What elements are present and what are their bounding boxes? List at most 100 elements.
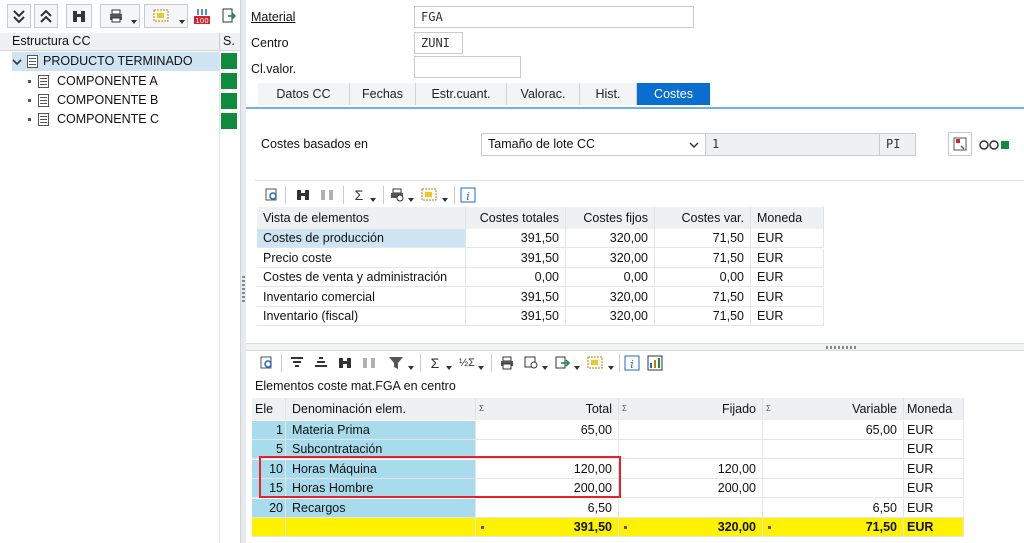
sort-ascending-icon[interactable] bbox=[286, 352, 308, 374]
print-icon[interactable] bbox=[386, 184, 416, 206]
costs-based-select[interactable]: Tamaño de lote CC bbox=[481, 133, 706, 156]
summary-cell[interactable]: 71,50 bbox=[655, 287, 751, 307]
element-cell[interactable]: EUR bbox=[904, 459, 964, 479]
tab-estr-cuant[interactable]: Estr.cuant. bbox=[416, 83, 507, 105]
summary-cell[interactable]: 320,00 bbox=[566, 229, 655, 248]
element-cell[interactable]: 65,00 bbox=[476, 421, 619, 440]
column-header[interactable]: Costes totales bbox=[466, 207, 566, 229]
layout-icon[interactable] bbox=[418, 184, 450, 206]
sum-icon[interactable]: Σ bbox=[348, 184, 378, 206]
tree-item-producto-terminado[interactable]: PRODUCTO TERMINADO bbox=[12, 52, 219, 71]
element-cell[interactable]: EUR bbox=[904, 498, 964, 518]
layout-icon[interactable] bbox=[144, 4, 188, 28]
material-field[interactable]: FGA bbox=[414, 6, 694, 28]
summary-cell[interactable]: 391,50 bbox=[466, 287, 566, 307]
tree-item-componente-c[interactable]: COMPONENTE C bbox=[28, 110, 219, 129]
element-number[interactable]: 1 bbox=[252, 421, 286, 440]
tab-valorac[interactable]: Valorac. bbox=[507, 83, 580, 105]
element-name[interactable]: Materia Prima bbox=[286, 421, 476, 440]
sort-descending-icon[interactable] bbox=[310, 352, 332, 374]
element-cell[interactable] bbox=[763, 459, 904, 479]
binoculars-icon[interactable] bbox=[292, 184, 314, 206]
export-icon[interactable] bbox=[218, 4, 240, 28]
element-cell[interactable]: 65,00 bbox=[763, 421, 904, 440]
tab-fechas[interactable]: Fechas bbox=[350, 83, 416, 105]
tab-costes[interactable]: Costes bbox=[637, 83, 710, 105]
column-header-total[interactable]: Σ Total bbox=[476, 398, 619, 420]
column-header[interactable]: Ele bbox=[252, 398, 286, 420]
element-cell[interactable]: EUR bbox=[904, 421, 964, 440]
column-header[interactable]: Costes var. bbox=[655, 207, 751, 229]
summary-cell[interactable]: 71,50 bbox=[655, 248, 751, 268]
counter-icon[interactable]: 100 bbox=[190, 4, 214, 28]
summary-cell[interactable]: EUR bbox=[751, 248, 824, 268]
filter-icon[interactable] bbox=[384, 352, 416, 374]
summary-row-label[interactable]: Costes de venta y administración bbox=[257, 268, 466, 288]
chevron-down-icon[interactable] bbox=[12, 57, 22, 67]
info-icon[interactable]: i bbox=[622, 352, 642, 374]
element-cell[interactable]: 6,50 bbox=[476, 498, 619, 518]
column-header-fijado[interactable]: Σ Fijado bbox=[619, 398, 763, 420]
collapse-all-icon[interactable] bbox=[7, 4, 31, 28]
column-header[interactable]: Vista de elementos bbox=[257, 207, 466, 229]
element-cell[interactable] bbox=[619, 440, 763, 460]
summary-cell[interactable]: 320,00 bbox=[566, 307, 655, 327]
element-cell[interactable]: 200,00 bbox=[619, 479, 763, 499]
column-header[interactable]: Moneda bbox=[904, 398, 964, 420]
summary-cell[interactable]: 71,50 bbox=[655, 307, 751, 327]
element-cell[interactable]: EUR bbox=[904, 440, 964, 460]
summary-cell[interactable]: EUR bbox=[751, 307, 824, 327]
horizontal-splitter[interactable] bbox=[246, 343, 1024, 351]
print-icon[interactable] bbox=[496, 352, 518, 374]
details-icon[interactable] bbox=[257, 352, 277, 374]
column-header-variable[interactable]: Σ Variable bbox=[763, 398, 904, 420]
centro-field[interactable]: ZUNI bbox=[414, 32, 463, 54]
views-icon[interactable] bbox=[520, 352, 550, 374]
chart-icon[interactable] bbox=[644, 352, 666, 374]
summary-cell[interactable]: EUR bbox=[751, 287, 824, 307]
summary-cell[interactable]: 391,50 bbox=[466, 248, 566, 268]
layout-icon[interactable] bbox=[584, 352, 616, 374]
summary-row-label[interactable]: Precio coste bbox=[257, 248, 466, 268]
element-cell[interactable]: 120,00 bbox=[619, 459, 763, 479]
clvalor-field[interactable] bbox=[414, 56, 521, 78]
element-cell[interactable] bbox=[619, 421, 763, 440]
summary-cell[interactable]: 320,00 bbox=[566, 287, 655, 307]
tab-datos-cc[interactable]: Datos CC bbox=[258, 83, 350, 105]
tree-item-componente-b[interactable]: COMPONENTE B bbox=[28, 91, 219, 110]
details-icon[interactable] bbox=[262, 184, 282, 206]
info-icon[interactable]: i bbox=[458, 184, 478, 206]
column-header[interactable]: Costes fijos bbox=[566, 207, 655, 229]
summary-cell[interactable]: 391,50 bbox=[466, 307, 566, 327]
tab-hist[interactable]: Hist. bbox=[580, 83, 637, 105]
summary-cell[interactable]: EUR bbox=[751, 268, 824, 288]
summary-row-label[interactable]: Inventario comercial bbox=[257, 287, 466, 307]
details-button[interactable] bbox=[948, 132, 972, 156]
element-cell[interactable] bbox=[763, 479, 904, 499]
expand-all-icon[interactable] bbox=[34, 4, 58, 28]
summary-cell[interactable]: 0,00 bbox=[466, 268, 566, 288]
export-icon[interactable] bbox=[552, 352, 582, 374]
summary-row-label[interactable]: Costes de producción bbox=[257, 229, 466, 248]
element-name[interactable]: Recargos bbox=[286, 498, 476, 518]
element-cell[interactable]: 6,50 bbox=[763, 498, 904, 518]
summary-cell[interactable]: 391,50 bbox=[466, 229, 566, 248]
element-cell[interactable] bbox=[619, 498, 763, 518]
binoculars-icon[interactable] bbox=[334, 352, 356, 374]
summary-cell[interactable]: 0,00 bbox=[655, 268, 751, 288]
summary-row-label[interactable]: Inventario (fiscal) bbox=[257, 307, 466, 327]
summary-cell[interactable]: 320,00 bbox=[566, 248, 655, 268]
column-header[interactable]: Denominación elem. bbox=[286, 398, 476, 420]
vertical-splitter[interactable] bbox=[240, 0, 246, 543]
element-number[interactable]: 20 bbox=[252, 498, 286, 518]
binoculars-icon[interactable] bbox=[66, 4, 92, 28]
summary-cell[interactable]: 71,50 bbox=[655, 229, 751, 248]
column-header[interactable]: Moneda bbox=[751, 207, 824, 229]
element-cell[interactable]: EUR bbox=[904, 479, 964, 499]
summary-cell[interactable]: 0,00 bbox=[566, 268, 655, 288]
summary-cell[interactable]: EUR bbox=[751, 229, 824, 248]
sum-icon[interactable]: Σ bbox=[424, 352, 454, 374]
print-icon[interactable] bbox=[100, 4, 140, 28]
element-cell[interactable] bbox=[763, 440, 904, 460]
subtotal-icon[interactable]: ½Σ bbox=[456, 352, 486, 374]
